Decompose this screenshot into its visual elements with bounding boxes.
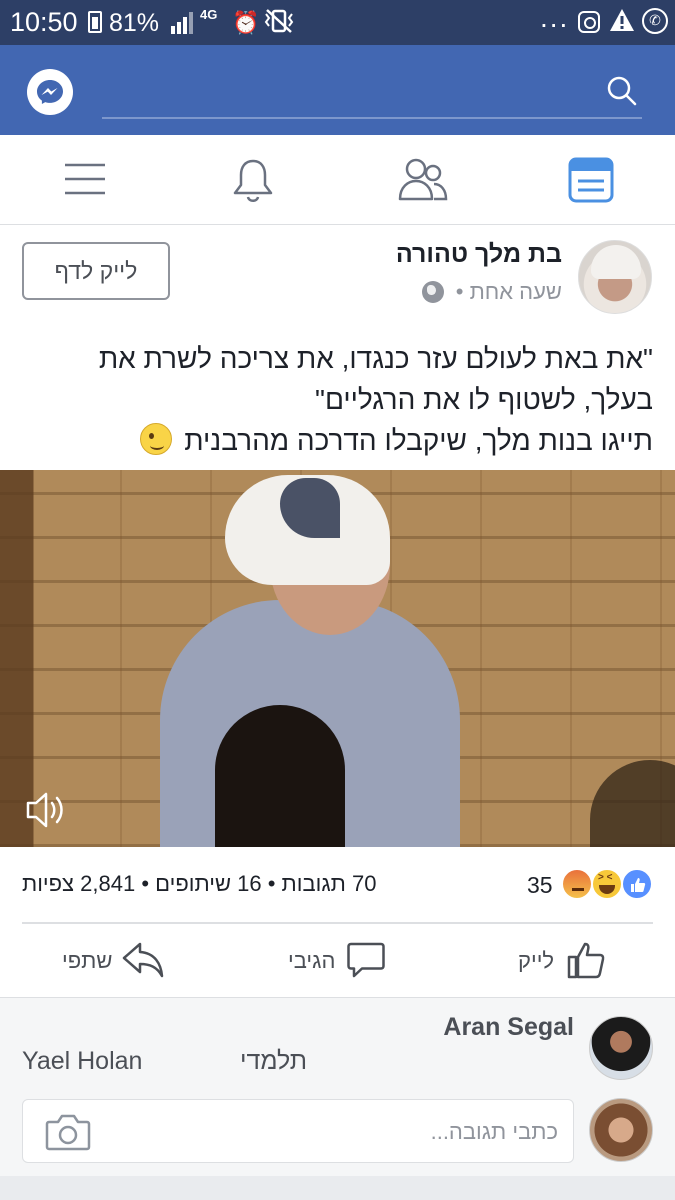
share-label: שתפי: [62, 948, 113, 973]
page-name[interactable]: בת מלך טהורה: [396, 240, 562, 269]
notifications-button[interactable]: [203, 135, 303, 225]
notifications-icon: [233, 159, 273, 202]
reaction-count: 35: [527, 872, 553, 898]
instagram-icon: [578, 11, 600, 33]
comment-mention[interactable]: Yael Holan: [22, 1047, 142, 1076]
comment-composer[interactable]: [22, 1099, 574, 1163]
share-icon: [122, 942, 164, 978]
comment-icon: [347, 942, 385, 978]
network-type: 4G: [200, 7, 218, 22]
haha-reaction-icon: [591, 868, 623, 900]
friend-requests-icon: [398, 158, 448, 201]
current-user-avatar: [589, 1098, 653, 1162]
nav-bar: [0, 135, 675, 225]
overflow-dots: ...: [540, 2, 570, 33]
post-stats[interactable]: 70 תגובות • 16 שיתופים • 2,841 צפיות: [22, 871, 376, 897]
angry-reaction-icon: [561, 868, 593, 900]
globe-icon: [422, 281, 444, 303]
warning-icon: [610, 9, 634, 31]
search-underline: [102, 117, 642, 119]
page-avatar[interactable]: [578, 240, 652, 314]
alarm-icon: ⏰: [232, 10, 260, 35]
comment-input[interactable]: [103, 1110, 558, 1154]
like-page-button[interactable]: לייק לדף: [22, 242, 170, 300]
search-icon[interactable]: [606, 75, 638, 107]
status-bar: 10:50 81% 4G ⏰ ... ✆: [0, 0, 675, 45]
vibrate-icon: [264, 9, 294, 33]
battery-percent: 81%: [109, 9, 160, 37]
menu-button[interactable]: [35, 135, 135, 225]
post-time-text: שעה אחת: [469, 279, 562, 304]
whatsapp-icon: ✆: [642, 8, 668, 34]
like-icon: [567, 942, 605, 979]
signal-icon: [171, 12, 193, 34]
post-text-line: "את באת לעולם עזר כנגדו, את צריכה לשרת א…: [98, 343, 653, 374]
video-audience-head: [215, 705, 345, 847]
wink-emoji-icon: [140, 423, 173, 455]
menu-icon: [65, 163, 105, 195]
messenger-icon[interactable]: [27, 69, 73, 115]
commenter-avatar[interactable]: [589, 1016, 653, 1080]
news-feed-icon: [568, 157, 614, 203]
comment-author[interactable]: Aran Segal: [443, 1013, 574, 1042]
divider: [22, 922, 653, 924]
app-header: [0, 45, 675, 135]
bottom-strip: [0, 1176, 675, 1200]
search-input[interactable]: [102, 70, 592, 112]
time-separator: •: [455, 279, 464, 304]
post-timestamp[interactable]: שעה אחת •: [456, 279, 562, 305]
friend-requests-button[interactable]: [370, 135, 470, 225]
post-text-line: בעלך, לשטוף לו את הרגליים": [315, 384, 653, 415]
comment-label: הגיבי: [288, 948, 336, 973]
post-text: "את באת לעולם עזר כנגדו, את צריכה לשרת א…: [23, 338, 653, 461]
status-time: 10:50: [10, 7, 78, 37]
volume-icon[interactable]: [24, 788, 68, 832]
post-text-line-with-emoji: תייגו בנות מלך, שיקבלו הדרכה מהרבנית: [23, 420, 653, 461]
share-button[interactable]: שתפי: [62, 940, 166, 984]
battery-icon: [88, 11, 102, 33]
like-label: לייק: [518, 948, 555, 973]
comment-button[interactable]: הגיבי: [288, 940, 388, 984]
camera-icon[interactable]: [45, 1112, 91, 1152]
like-button[interactable]: לייק: [518, 940, 608, 984]
news-feed-button[interactable]: [542, 135, 642, 225]
like-reaction-icon: [621, 868, 653, 900]
post-video[interactable]: [0, 470, 675, 847]
comment-text: תלמדי: [240, 1047, 308, 1075]
